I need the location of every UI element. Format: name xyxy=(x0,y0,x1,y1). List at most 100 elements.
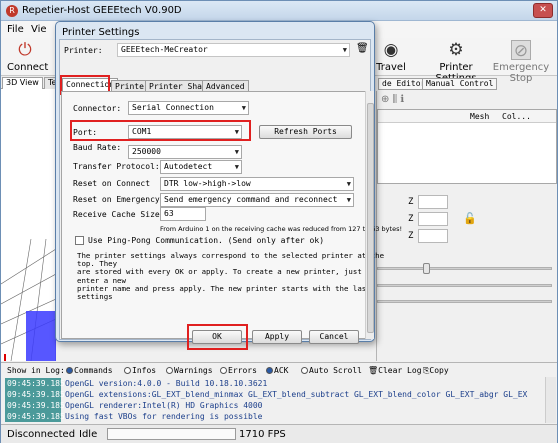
slider-track-1[interactable] xyxy=(377,267,552,270)
highlight-ok-button xyxy=(187,324,248,350)
filter-warnings[interactable]: Warnings xyxy=(166,366,213,375)
slider-thumb-1[interactable] xyxy=(423,263,430,274)
protocol-value: Autodetect xyxy=(164,162,213,171)
app-logo-icon: R xyxy=(6,5,18,17)
dialog-scrollbar-thumb[interactable] xyxy=(367,103,374,333)
chevron-down-icon: ▼ xyxy=(342,46,347,54)
connector-select[interactable]: Serial Connection ▼ xyxy=(128,101,249,115)
emergency-icon: ⊘ xyxy=(511,40,531,61)
printer-label: Printer: xyxy=(64,46,103,55)
filter-ack[interactable]: ACK xyxy=(266,366,288,375)
z-field-3[interactable] xyxy=(418,229,448,243)
right-panel: ⊕ ⫼ ℹ Mesh Col... Z Z Z 🔓 xyxy=(376,91,557,361)
z-label-3: Z xyxy=(408,231,414,241)
tab-manual-control[interactable]: Manual Control xyxy=(422,78,498,90)
cache-size-field[interactable]: 63 xyxy=(160,207,206,221)
log-area[interactable]: 09:45:39.185OpenGL version:4.0.0 - Build… xyxy=(5,377,557,423)
dialog-scrollbar[interactable] xyxy=(365,91,374,339)
baud-value: 250000 xyxy=(132,147,161,156)
baud-select[interactable]: 250000 ▼ xyxy=(128,145,242,159)
filter-errors-label: Errors xyxy=(228,366,257,375)
power-icon: ⏻ xyxy=(18,40,32,60)
3d-view-pane[interactable]: 3D View Te xyxy=(1,76,61,361)
copy-button[interactable]: ⎘Copy xyxy=(423,366,449,376)
refresh-ports-button[interactable]: Refresh Ports xyxy=(259,125,352,139)
auto-scroll-label: Auto Scroll xyxy=(309,366,362,375)
menu-file[interactable]: File xyxy=(7,24,24,35)
cache-value: 63 xyxy=(164,209,174,218)
log-line: 09:45:39.185OpenGL version:4.0.0 - Build… xyxy=(5,378,545,389)
filter-infos[interactable]: Infos xyxy=(124,366,156,375)
reset-connect-select[interactable]: DTR low->high->low ▼ xyxy=(160,177,354,191)
protocol-select[interactable]: Autodetect ▼ xyxy=(160,160,242,174)
object-table-header: Mesh Col... xyxy=(378,110,556,123)
cache-label: Receive Cache Size: xyxy=(73,210,165,219)
right-tabs: de Editor Manual Control xyxy=(376,78,557,91)
chevron-down-icon: ▼ xyxy=(241,104,246,112)
chevron-down-icon: ▼ xyxy=(346,180,351,188)
tab-3d-view[interactable]: 3D View xyxy=(2,77,43,89)
printer-settings-dialog: Printer Settings Printer: GEEEtech-MeCre… xyxy=(55,21,402,350)
dialog-body: Printer: GEEEtech-MeCreator ▼ 🗑 Connecti… xyxy=(59,39,402,350)
filter-commands[interactable]: Commands xyxy=(66,366,113,375)
printer-value: GEEEtech-MeCreator xyxy=(121,45,208,54)
status-bar: Disconnected Idle 1710 FPS xyxy=(1,424,557,443)
chevron-down-icon: ▼ xyxy=(346,196,351,204)
log-line: 09:45:39.185OpenGL extensions:GL_EXT_ble… xyxy=(5,389,545,400)
protocol-label: Transfer Protocol: xyxy=(73,162,160,171)
pingpong-label: Use Ping-Pong Communication. (Send only … xyxy=(88,236,325,245)
connect-button[interactable]: ⏻ Connect xyxy=(7,40,48,73)
log-filter-bar: Show in Log: Commands Infos Warnings Err… xyxy=(1,362,557,377)
view-tabs: 3D View Te xyxy=(1,76,61,89)
trash-icon[interactable]: 🗑 xyxy=(356,43,369,54)
slider-track-3[interactable] xyxy=(377,300,552,303)
log-time: 09:45:39.185 xyxy=(5,411,65,422)
reset-connect-value: DTR low->high->low xyxy=(164,179,251,188)
connection-status: Disconnected xyxy=(7,429,76,440)
fps-readout: 1710 FPS xyxy=(239,429,286,440)
log-scrollbar[interactable] xyxy=(545,377,556,423)
log-time: 09:45:39.185 xyxy=(5,378,65,389)
log-line: 09:45:39.185OpenGL renderer:Intel(R) HD … xyxy=(5,400,545,411)
log-message: OpenGL version:4.0.0 - Build 10.18.10.36… xyxy=(65,379,268,388)
z-label-2: Z xyxy=(408,214,414,224)
object-table[interactable]: Mesh Col... xyxy=(377,109,557,184)
travel-icon: ◉ xyxy=(383,40,399,60)
pingpong-checkbox[interactable] xyxy=(75,236,84,245)
connection-panel: Connector: Serial Connection ▼ Port: COM… xyxy=(61,91,402,350)
filter-errors[interactable]: Errors xyxy=(220,366,257,375)
reset-emergency-value: Send emergency command and reconnect xyxy=(164,195,338,204)
print-progress-bar xyxy=(107,428,236,440)
clear-log-button[interactable]: 🗑Clear Log xyxy=(368,366,422,375)
printer-select[interactable]: GEEEtech-MeCreator ▼ xyxy=(117,43,350,57)
travel-button[interactable]: ◉ Travel xyxy=(373,40,409,73)
gears-icon: ⚙ xyxy=(448,40,464,60)
lock-icon[interactable]: 🔓 xyxy=(463,212,477,225)
apply-button[interactable]: Apply xyxy=(252,330,302,344)
cancel-button[interactable]: Cancel xyxy=(309,330,359,344)
reset-emergency-select[interactable]: Send emergency command and reconnect ▼ xyxy=(160,193,354,207)
chevron-down-icon: ▼ xyxy=(234,163,239,171)
z-field-1[interactable] xyxy=(418,195,448,209)
z-label-1: Z xyxy=(408,197,414,207)
log-time: 09:45:39.185 xyxy=(5,400,65,411)
filter-commands-label: Commands xyxy=(74,366,113,375)
close-window-button[interactable]: ✕ xyxy=(533,3,553,18)
highlight-port-row xyxy=(70,120,251,141)
printer-state: Idle xyxy=(79,429,98,440)
menu-view[interactable]: Vie xyxy=(31,24,47,35)
log-time: 09:45:39.185 xyxy=(5,389,65,400)
clear-log-label: Clear Log xyxy=(378,366,422,375)
3d-scene xyxy=(1,238,56,361)
slider-track-2[interactable] xyxy=(377,284,552,287)
reset-connect-label: Reset on Connect xyxy=(73,179,151,188)
z-field-2[interactable] xyxy=(418,212,448,226)
info-text: The printer settings always correspond t… xyxy=(77,251,385,302)
show-in-log-label: Show in Log: xyxy=(7,366,65,375)
reset-emergency-label: Reset on Emergency xyxy=(73,195,160,204)
auto-scroll-toggle[interactable]: Auto Scroll xyxy=(301,366,362,375)
log-message: OpenGL extensions:GL_EXT_blend_minmax GL… xyxy=(65,390,528,399)
col-color: Col... xyxy=(502,112,531,121)
chevron-down-icon: ▼ xyxy=(234,148,239,156)
window-title: Repetier-Host GEEEtech V0.90D xyxy=(22,5,182,16)
